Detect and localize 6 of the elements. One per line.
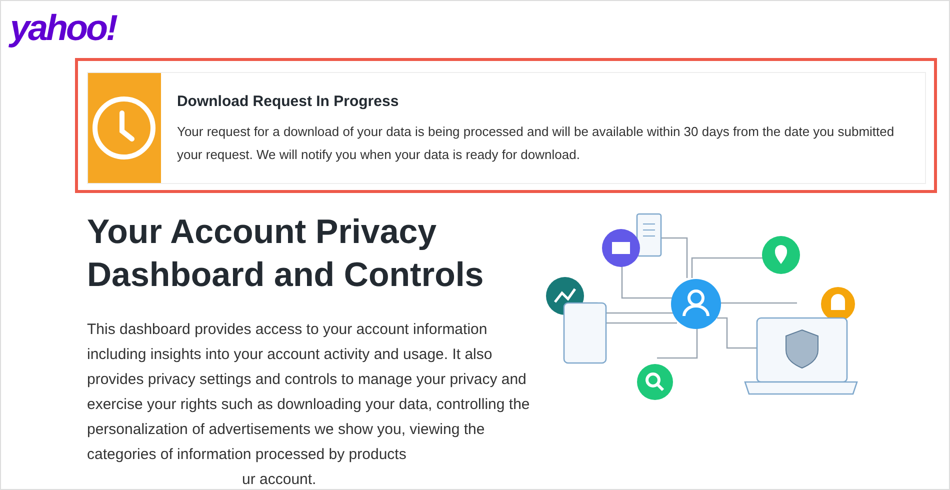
description-text: ur account. xyxy=(241,470,318,489)
logo[interactable]: yahoo! xyxy=(10,7,116,49)
notice-title: Download Request In Progress xyxy=(176,93,400,110)
clock-icon xyxy=(91,95,158,161)
page-heading: Your Account Privacy Dashboard and Controls xyxy=(87,212,485,296)
notice-message: Your request for a download of your data is being processed and will be available within 30 days from the date you submitted your request. We will notify you when your data is ready for download. xyxy=(176,123,896,164)
